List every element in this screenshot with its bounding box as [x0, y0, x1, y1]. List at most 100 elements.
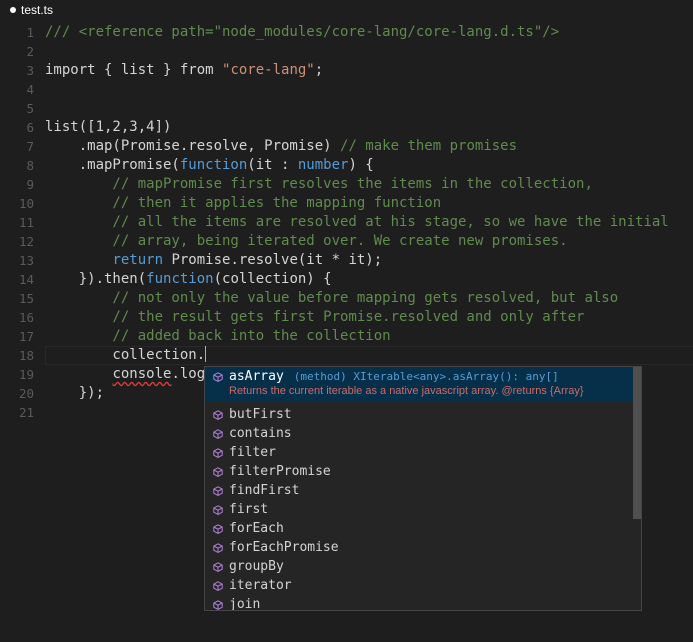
- suggest-label: asArray: [229, 369, 284, 384]
- line-code: });: [45, 384, 104, 403]
- suggest-item[interactable]: first: [205, 500, 635, 519]
- suggest-doc: Returns the current iterable as a native…: [229, 385, 584, 397]
- line-number: 3: [26, 63, 34, 78]
- code-token: }).then(: [45, 271, 147, 287]
- code-token: function: [146, 271, 214, 287]
- code-line[interactable]: 1 /// <reference path="node_modules/core-…: [0, 23, 693, 42]
- line-code: collection.: [45, 346, 207, 365]
- code-line[interactable]: 2: [0, 42, 693, 61]
- code-token: // all the items are resolved at his sta…: [45, 214, 669, 230]
- line-code: /// <reference path="node_modules/core-l…: [45, 23, 559, 42]
- line-code: // not only the value before mapping get…: [45, 289, 618, 308]
- line-code: return Promise.resolve(it * it);: [45, 251, 382, 270]
- code-token: import { list } from: [45, 62, 223, 78]
- suggest-item-label: filter: [229, 445, 276, 460]
- suggest-item[interactable]: filter: [205, 443, 635, 462]
- suggest-item-label: forEachPromise: [229, 540, 339, 555]
- suggest-item-label: contains: [229, 426, 292, 441]
- line-number: 1: [26, 25, 34, 40]
- method-cube-icon: [213, 542, 223, 553]
- text-cursor: [205, 346, 207, 362]
- suggest-item[interactable]: filterPromise: [205, 462, 635, 481]
- suggest-item-label: forEach: [229, 521, 284, 536]
- method-cube-icon: [213, 523, 223, 534]
- line-code: // all the items are resolved at his sta…: [45, 213, 669, 232]
- suggest-item-selected[interactable]: asArray (method) XIterable<any>.asArray(…: [205, 367, 635, 402]
- suggest-item-label: groupBy: [229, 559, 284, 574]
- code-token: // added back into the collection: [45, 328, 391, 344]
- line-code: // the result gets first Promise.resolve…: [45, 308, 584, 327]
- line-number: 5: [26, 101, 34, 116]
- line-number: 11: [18, 215, 34, 230]
- suggest-item[interactable]: join: [205, 595, 635, 610]
- suggest-scrollbar[interactable]: [633, 367, 641, 519]
- method-cube-icon: [213, 599, 223, 610]
- code-token: (it :: [247, 157, 298, 173]
- line-number: 9: [26, 177, 34, 192]
- suggest-item-label: findFirst: [229, 483, 300, 498]
- line-code: }).then(function(collection) {: [45, 270, 332, 289]
- code-token: Promise.resolve(it * it);: [163, 252, 383, 268]
- code-line[interactable]: 6 list([1,2,3,4]): [0, 118, 693, 137]
- suggest-detail: (method) XIterable<any>.asArray(): any[]: [293, 370, 559, 383]
- code-line[interactable]: 13 return Promise.resolve(it * it);: [0, 251, 693, 270]
- suggest-item-label: iterator: [229, 578, 292, 593]
- code-token: ;: [314, 62, 324, 78]
- line-code: list([1,2,3,4]): [45, 118, 171, 137]
- suggest-widget: asArray (method) XIterable<any>.asArray(…: [204, 366, 642, 611]
- code-line[interactable]: 4: [0, 80, 693, 99]
- code-line[interactable]: 7 .map(Promise.resolve, Promise) // make…: [0, 137, 693, 156]
- code-line[interactable]: 15 // not only the value before mapping …: [0, 289, 693, 308]
- suggest-item-label: first: [229, 502, 269, 517]
- method-cube-icon: [213, 504, 223, 515]
- line-code: .mapPromise(function(it : number) {: [45, 156, 374, 175]
- suggest-item[interactable]: groupBy: [205, 557, 635, 576]
- code-line[interactable]: 18 collection.: [0, 346, 693, 365]
- code-line[interactable]: 12 // array, being iterated over. We cre…: [0, 232, 693, 251]
- code-token: // make them promises: [340, 138, 518, 154]
- line-code: // added back into the collection: [45, 327, 391, 346]
- code-line[interactable]: 3 import { list } from "core-lang";: [0, 61, 693, 80]
- error-squiggle-token: console: [112, 366, 172, 382]
- line-number: 4: [26, 82, 34, 97]
- line-number: 15: [18, 291, 34, 306]
- method-cube-icon: [213, 485, 223, 496]
- line-number: 17: [18, 329, 34, 344]
- method-cube-icon: [213, 447, 223, 458]
- code-line[interactable]: 17 // added back into the collection: [0, 327, 693, 346]
- line-number: 18: [18, 348, 34, 363]
- line-number: 13: [18, 253, 34, 268]
- code-token: function: [179, 157, 248, 173]
- code-line[interactable]: 16 // the result gets first Promise.reso…: [0, 308, 693, 327]
- line-number: 12: [18, 234, 34, 249]
- suggest-item[interactable]: iterator: [205, 576, 635, 595]
- line-code: // array, being iterated over. We create…: [45, 232, 567, 251]
- suggest-item[interactable]: forEach: [205, 519, 635, 538]
- suggest-item[interactable]: butFirst: [205, 405, 635, 424]
- method-cube-icon: [213, 409, 223, 420]
- method-cube-icon: [213, 561, 223, 572]
- suggest-item-label: filterPromise: [229, 464, 331, 479]
- suggest-item[interactable]: contains: [205, 424, 635, 443]
- code-token: (collection) {: [213, 271, 332, 287]
- line-number: 21: [18, 405, 34, 420]
- method-cube-icon: [213, 428, 223, 439]
- code-line[interactable]: 9 // mapPromise first resolves the items…: [0, 175, 693, 194]
- code-token: ) {: [348, 157, 374, 173]
- suggest-item[interactable]: findFirst: [205, 481, 635, 500]
- line-number: 8: [26, 158, 34, 173]
- code-line[interactable]: 8 .mapPromise(function(it : number) {: [0, 156, 693, 175]
- line-code: .map(Promise.resolve, Promise) // make t…: [45, 137, 517, 156]
- code-line[interactable]: 14 }).then(function(collection) {: [0, 270, 693, 289]
- code-token: // the result gets first Promise.resolve…: [45, 309, 585, 325]
- tab-test-ts[interactable]: test.ts: [10, 2, 53, 18]
- code-line[interactable]: 10 // then it applies the mapping functi…: [0, 194, 693, 213]
- code-token: .log: [171, 366, 206, 382]
- code-line[interactable]: 5: [0, 99, 693, 118]
- line-number: 10: [18, 196, 34, 211]
- suggest-item[interactable]: forEachPromise: [205, 538, 635, 557]
- line-code: // then it applies the mapping function: [45, 194, 441, 213]
- code-line[interactable]: 11 // all the items are resolved at his …: [0, 213, 693, 232]
- line-number: 2: [26, 44, 34, 59]
- tab-title: test.ts: [21, 3, 54, 17]
